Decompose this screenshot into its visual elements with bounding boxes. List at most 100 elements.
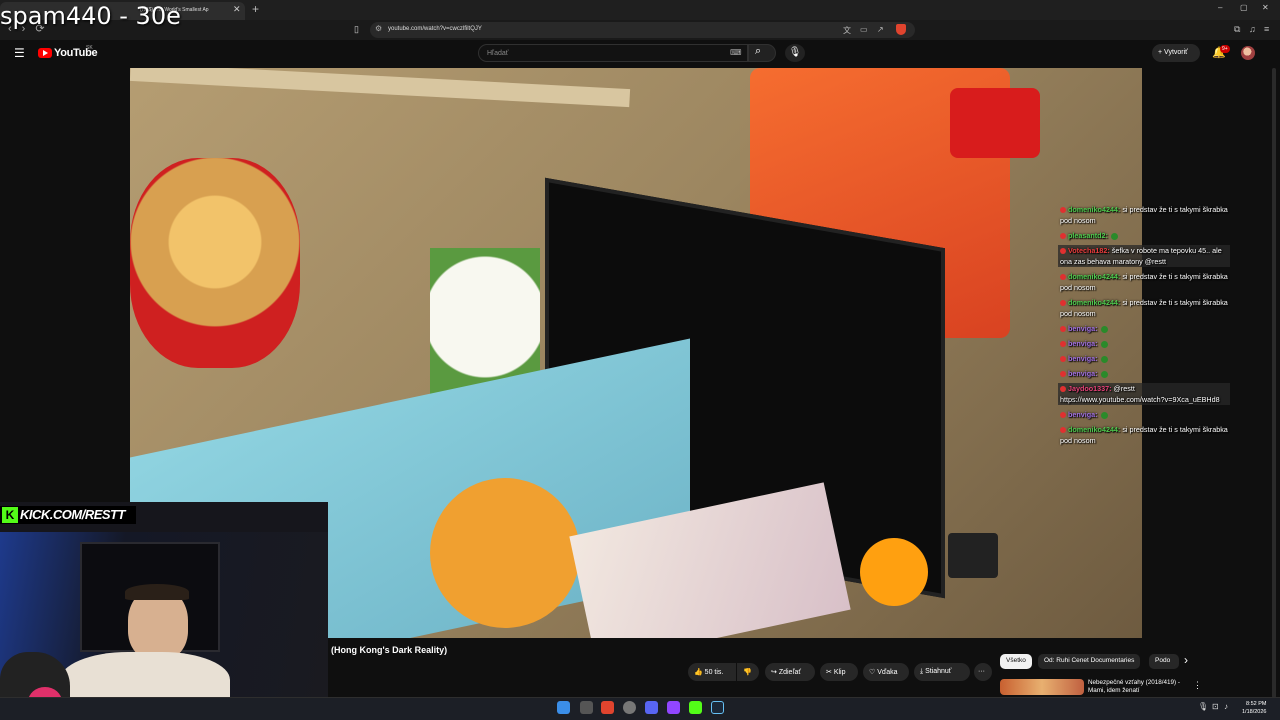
chip-all-label: Všetko — [1006, 657, 1026, 664]
microphone-tray-icon[interactable]: 🎙 — [1198, 702, 1208, 711]
search-button[interactable] — [748, 44, 776, 62]
volume-icon[interactable]: ♪ — [1224, 702, 1228, 711]
network-icon[interactable]: ⊡ — [1212, 702, 1219, 711]
keyboard-icon[interactable]: ⌨ — [730, 48, 742, 57]
stream-overlay-title: spam440 - 30e — [0, 2, 181, 30]
like-button[interactable]: 👍 50 tis. — [688, 663, 736, 681]
new-tab-icon[interactable]: + — [252, 2, 259, 16]
chip-similar[interactable]: Podo — [1149, 654, 1179, 669]
chat-badge-icon — [1060, 326, 1066, 333]
cast-icon[interactable]: ▭ — [860, 25, 868, 34]
thumbs-down-icon: 👎 — [743, 669, 752, 676]
recommendation-more-icon[interactable]: ⋮ — [1193, 680, 1202, 691]
thanks-button[interactable]: ♡ Vďaka — [863, 663, 909, 681]
chat-badge-icon — [1060, 356, 1066, 363]
close-tab-icon[interactable]: ✕ — [233, 4, 241, 15]
chat-emote-icon — [1100, 411, 1108, 419]
video-title: (Hong Kong's Dark Reality) — [331, 645, 448, 655]
chat-message: domeniko4244: si predstav že ti s takymi… — [1058, 204, 1230, 226]
dislike-button[interactable]: 👎 — [737, 663, 759, 681]
brave-taskbar-icon[interactable] — [601, 701, 614, 714]
create-label: Vytvoriť — [1164, 49, 1188, 56]
kick-taskbar-icon[interactable] — [689, 701, 702, 714]
chat-username: benviga: — [1068, 410, 1098, 419]
microphone-icon[interactable]: 🎙 — [785, 44, 805, 62]
task-view-icon[interactable] — [580, 701, 593, 714]
tigger-pillow-shape — [430, 478, 580, 628]
search-placeholder: Hľadať — [487, 50, 509, 57]
like-count: 50 tis. — [704, 669, 724, 676]
chat-badge-icon — [1060, 412, 1066, 419]
chat-badge-icon — [1060, 274, 1066, 281]
steam-taskbar-icon[interactable] — [711, 701, 724, 714]
site-info-icon[interactable]: ⚙ — [375, 24, 382, 33]
maximize-icon[interactable]: ▢ — [1240, 3, 1248, 12]
chat-username: pleasantd2: — [1068, 231, 1108, 240]
chat-message: Votecha182: šefka v robote ma tepovku 45… — [1058, 245, 1230, 267]
chat-username: domeniko4244: — [1068, 425, 1121, 434]
chat-username: benviga: — [1068, 324, 1098, 333]
chevron-right-icon[interactable]: › — [1184, 653, 1188, 667]
chat-badge-icon — [1060, 371, 1066, 378]
chat-message: pleasantd2: — [1058, 230, 1230, 241]
chat-username: Votecha182: — [1068, 246, 1110, 255]
chat-message: domeniko4244: si predstav že ti s takymi… — [1058, 271, 1230, 293]
download-icon: ⤓ — [920, 668, 924, 675]
start-icon[interactable] — [557, 701, 570, 714]
search-input[interactable]: Hľadať — [478, 44, 748, 62]
streamer-hair — [125, 584, 189, 600]
brave-shield-icon[interactable] — [896, 24, 906, 35]
twitch-taskbar-icon[interactable] — [667, 701, 680, 714]
clock-date: 1/18/2026 — [1242, 709, 1267, 715]
chat-badge-icon — [1060, 300, 1066, 307]
hamburger-menu-icon[interactable]: ☰ — [14, 46, 25, 60]
menu-icon[interactable]: ≡ — [1264, 24, 1269, 34]
page-scrollbar[interactable] — [1272, 68, 1276, 698]
minimize-icon[interactable]: – — [1218, 3, 1222, 12]
chat-username: domeniko4244: — [1068, 205, 1121, 214]
chat-emote-icon — [1110, 232, 1118, 240]
download-label: Stiahnuť — [925, 668, 952, 675]
chat-username: benviga: — [1068, 354, 1098, 363]
url-field[interactable]: youtube.com/watch?v=cwczlfiltQJY — [370, 22, 915, 38]
taskbar-clock[interactable]: 8:52 PM 1/18/2026 — [1242, 700, 1266, 716]
extensions-icon[interactable]: ⧉ — [1234, 24, 1240, 35]
bookmark-icon[interactable]: ▯ — [354, 24, 359, 35]
share-page-icon[interactable]: ↗ — [877, 25, 884, 34]
window-close-icon[interactable]: ✕ — [1262, 3, 1269, 12]
chat-emote-icon — [1100, 340, 1108, 348]
chat-message: benviga: — [1058, 368, 1230, 379]
recommendation-thumbnail[interactable] — [1000, 679, 1084, 695]
notification-count-badge: 9+ — [1220, 45, 1230, 53]
recommendation-title[interactable]: Nebezpečné vzťahy (2018/419) - Mami, ide… — [1088, 679, 1198, 695]
share-button[interactable]: ↪ Zdieľať — [765, 663, 815, 681]
chat-username: benviga: — [1068, 339, 1098, 348]
more-actions-button[interactable]: ··· — [974, 663, 992, 681]
download-button[interactable]: ⤓ Stiahnuť — [914, 663, 970, 681]
chat-username: Jaydoo1337: — [1068, 384, 1112, 393]
account-avatar[interactable] — [1241, 46, 1255, 60]
media-icon[interactable]: ♫ — [1249, 24, 1256, 34]
chat-message: domeniko4244: si predstav že ti s takymi… — [1058, 424, 1230, 446]
windows-taskbar — [0, 697, 1280, 720]
settings-taskbar-icon[interactable] — [623, 701, 636, 714]
chat-username: domeniko4244: — [1068, 298, 1121, 307]
discord-taskbar-icon[interactable] — [645, 701, 658, 714]
clip-label: Klip — [833, 669, 846, 676]
chip-all[interactable]: Všetko — [1000, 654, 1032, 669]
more-actions-label: ··· — [978, 668, 985, 675]
thumbs-up-icon: 👍 — [694, 669, 703, 676]
clip-button[interactable]: ✂ Klip — [820, 663, 858, 681]
scissors-icon: ✂ — [826, 669, 832, 676]
url-text: youtube.com/watch?v=cwczlfiltQJY — [388, 26, 482, 32]
chip-channel[interactable]: Od: Ruhi Cenet Documentaries — [1038, 654, 1141, 669]
translate-icon[interactable]: 文 — [843, 25, 851, 36]
kick-channel-label: KICK.COM/RESTT — [20, 507, 125, 522]
chat-username: benviga: — [1068, 369, 1098, 378]
thanks-icon: ♡ — [869, 669, 876, 676]
create-button[interactable]: + Vytvoriť — [1152, 44, 1200, 62]
chat-badge-icon — [1060, 248, 1066, 255]
search-icon[interactable]: ⌕ — [755, 45, 761, 58]
thanks-label: Vďaka — [877, 669, 898, 676]
chip-channel-label: Od: Ruhi Cenet Documentaries — [1044, 657, 1135, 664]
